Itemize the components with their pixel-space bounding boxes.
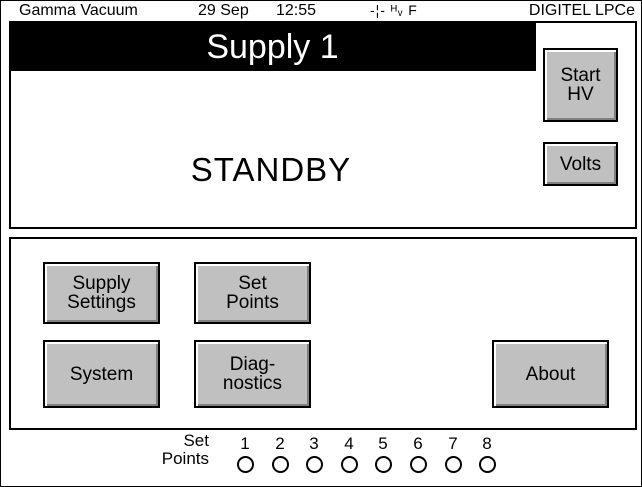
setpoint-indicator-icon	[444, 456, 462, 473]
supply-title: Supply 1	[9, 23, 536, 71]
setpoint-6: 6	[407, 434, 429, 473]
company-name: Gamma Vacuum	[19, 2, 138, 19]
supply-state: STANDBY	[190, 151, 352, 188]
system-button[interactable]: System	[43, 340, 160, 408]
setpoint-number: 6	[413, 434, 423, 453]
setpoint-indicator-icon	[236, 456, 254, 473]
status-flags: -¦- ᴴᵥ F	[370, 2, 418, 18]
about-button[interactable]: About	[492, 340, 609, 408]
setpoint-number: 7	[448, 434, 458, 453]
setpoint-5: 5	[372, 434, 394, 473]
supply-settings-button[interactable]: Supply Settings	[43, 262, 160, 324]
setpoint-3: 3	[303, 434, 325, 473]
set-points-button[interactable]: Set Points	[194, 262, 311, 324]
diagnostics-button[interactable]: Diag- nostics	[194, 340, 311, 408]
setpoint-number: 8	[482, 434, 492, 453]
status-date: 29 Sep	[198, 2, 249, 19]
status-time: 12:55	[276, 2, 317, 19]
setpoint-indicator-icon	[409, 456, 427, 473]
status-bar: Gamma Vacuum 29 Sep 12:55 -¦- ᴴᵥ F DIGIT…	[1, 1, 641, 21]
setpoint-1: 1	[234, 434, 256, 473]
setpoint-number: 2	[275, 434, 285, 453]
volts-button[interactable]: Volts	[543, 142, 618, 186]
setpoint-number: 1	[240, 434, 250, 453]
setpoint-number: 5	[378, 434, 388, 453]
start-hv-button[interactable]: Start HV	[543, 48, 618, 122]
setpoint-indicator-icon	[305, 456, 323, 473]
setpoint-number: 3	[309, 434, 319, 453]
controller-screen: Gamma Vacuum 29 Sep 12:55 -¦- ᴴᵥ F DIGIT…	[0, 0, 642, 487]
setpoints-label: Set Points	[161, 431, 209, 468]
setpoint-7: 7	[442, 434, 464, 473]
setpoint-2: 2	[269, 434, 291, 473]
setpoint-number: 4	[344, 434, 354, 453]
setpoint-indicator-icon	[340, 456, 358, 473]
setpoint-indicator-icon	[271, 456, 289, 473]
setpoint-indicator-icon	[478, 456, 496, 473]
setpoint-indicator-icon	[374, 456, 392, 473]
setpoint-8: 8	[476, 434, 498, 473]
setpoint-4: 4	[338, 434, 360, 473]
model-name: DIGITEL LPCe	[528, 2, 635, 19]
